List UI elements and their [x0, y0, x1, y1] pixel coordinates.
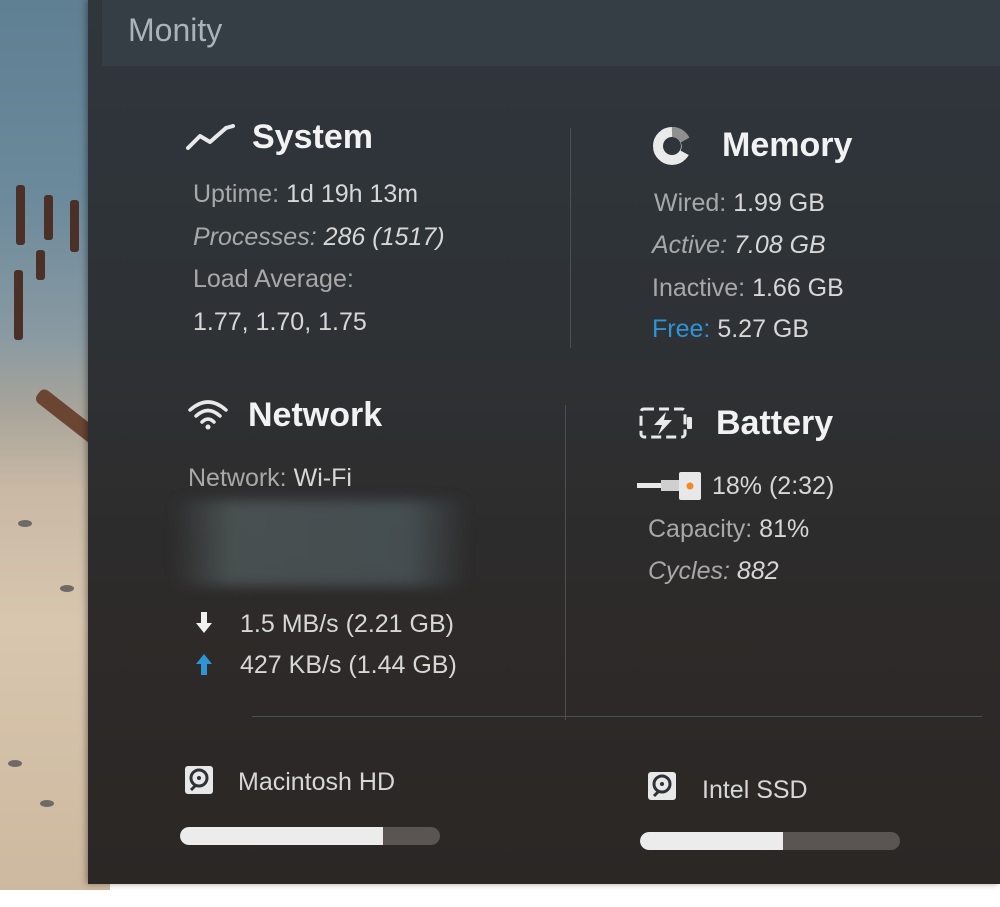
- disk-name: Intel SSD: [702, 776, 808, 804]
- free-label: Free:: [652, 315, 711, 343]
- app-title: Monity: [128, 12, 223, 48]
- title-bar[interactable]: [102, 0, 1000, 66]
- hard-drive-icon: [648, 772, 676, 800]
- divider-bottom: [252, 716, 982, 717]
- download-arrow-icon: [196, 612, 212, 633]
- inactive-row: Inactive: 1.66 GB: [652, 274, 844, 303]
- capacity-label: Capacity:: [648, 515, 753, 543]
- load-label-row: Load Average:: [193, 265, 354, 294]
- free-row: Free: 5.27 GB: [652, 315, 809, 344]
- battery-title: Battery: [716, 404, 834, 442]
- cycles-value: 882: [736, 557, 779, 585]
- hard-drive-icon: [185, 766, 213, 794]
- disk-name: Macintosh HD: [238, 768, 395, 796]
- wired-label: Wired:: [654, 189, 727, 217]
- active-label: Active:: [652, 231, 728, 259]
- power-plug-icon: [637, 472, 701, 500]
- load-average-label: Load Average:: [193, 265, 354, 293]
- network-label: Network:: [188, 464, 287, 492]
- network-title: Network: [248, 396, 383, 434]
- wired-row: Wired: 1.99 GB: [654, 189, 825, 218]
- pie-chart-icon: [653, 127, 692, 165]
- processes-label: Processes:: [193, 223, 317, 251]
- battery-charging-icon: [639, 407, 692, 439]
- upload-speed: 427 KB/s (1.44 GB): [240, 651, 457, 679]
- wired-value: 1.99 GB: [733, 189, 825, 217]
- capacity-row: Capacity: 81%: [648, 515, 809, 544]
- disk-usage-bar: [180, 827, 440, 845]
- redacted-area: [172, 500, 468, 586]
- line-chart-icon: [186, 124, 235, 150]
- disk-usage-bar: [640, 832, 900, 850]
- processes-row: Processes: 286 (1517): [193, 223, 445, 252]
- capacity-value: 81%: [759, 515, 810, 543]
- battery-charge: 18% (2:32): [712, 472, 835, 500]
- active-value: 7.08 GB: [733, 231, 826, 259]
- cycles-label: Cycles:: [648, 557, 730, 585]
- uptime-row: Uptime: 1d 19h 13m: [193, 180, 418, 209]
- divider-middle: [565, 405, 566, 720]
- network-value: Wi-Fi: [293, 464, 352, 492]
- active-row: Active: 7.08 GB: [652, 231, 826, 260]
- network-row: Network: Wi-Fi: [188, 464, 352, 493]
- inactive-value: 1.66 GB: [752, 274, 844, 302]
- system-title: System: [252, 118, 373, 156]
- download-speed: 1.5 MB/s (2.21 GB): [240, 610, 454, 638]
- memory-title: Memory: [722, 126, 853, 164]
- load-average-value: 1.77, 1.70, 1.75: [193, 308, 367, 336]
- free-value: 5.27 GB: [717, 315, 810, 343]
- uptime-label: Uptime:: [193, 180, 280, 208]
- inactive-label: Inactive:: [652, 274, 746, 302]
- uptime-value: 1d 19h 13m: [286, 180, 419, 208]
- processes-value: 286 (1517): [323, 223, 445, 251]
- upload-arrow-icon: [196, 654, 212, 675]
- cycles-row: Cycles: 882: [648, 557, 779, 586]
- divider-top: [570, 128, 571, 348]
- wifi-icon: [188, 400, 228, 430]
